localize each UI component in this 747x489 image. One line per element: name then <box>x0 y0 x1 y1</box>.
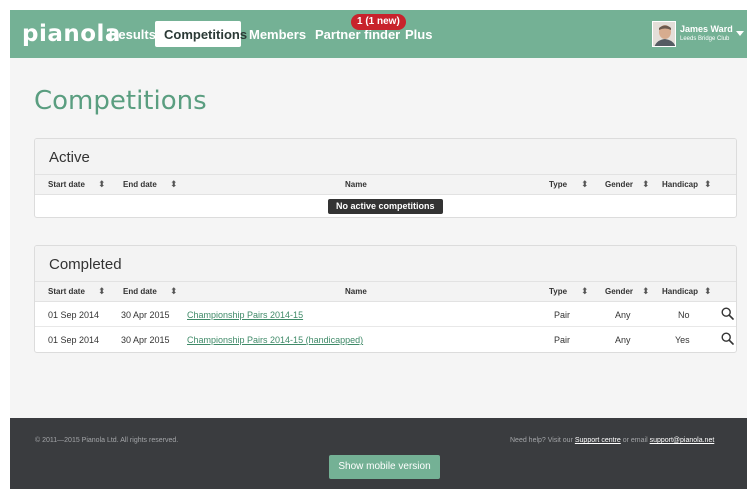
col-end-date[interactable]: End date <box>123 287 157 296</box>
cell-end-date: 30 Apr 2015 <box>121 310 170 320</box>
page-title: Competitions <box>34 86 207 116</box>
panel-title-active: Active <box>49 149 90 166</box>
sort-icon[interactable]: ⬍ <box>704 179 712 190</box>
empty-state: No active competitions <box>35 195 736 217</box>
copyright-text: © 2011—2015 Pianola Ltd. All rights rese… <box>35 437 179 444</box>
caret-down-icon[interactable] <box>736 31 744 36</box>
nav-competitions-label: Competitions <box>164 27 248 42</box>
user-club: Leeds Bridge Club <box>680 36 730 42</box>
cell-type: Pair <box>554 310 571 320</box>
sort-icon[interactable]: ⬍ <box>98 286 106 297</box>
col-type[interactable]: Type <box>549 287 567 296</box>
col-start-date[interactable]: Start date <box>48 287 85 296</box>
sort-icon[interactable]: ⬍ <box>98 179 106 190</box>
panel-title-completed: Completed <box>49 256 122 273</box>
magnifier-icon[interactable] <box>721 332 734 345</box>
sort-icon[interactable]: ⬍ <box>170 179 178 190</box>
col-type[interactable]: Type <box>549 180 567 189</box>
page-footer: © 2011—2015 Pianola Ltd. All rights rese… <box>10 418 747 489</box>
help-text: Need help? Visit our Support centre or e… <box>510 437 714 444</box>
user-name[interactable]: James Ward <box>680 24 733 34</box>
col-gender[interactable]: Gender <box>605 287 633 296</box>
support-email-link[interactable]: support@pianola.net <box>650 437 715 444</box>
table-header-row: Start date ⬍ End date ⬍ Name Type ⬍ Gend… <box>35 175 736 195</box>
help-prefix: Need help? Visit our <box>510 437 575 444</box>
sort-icon[interactable]: ⬍ <box>170 286 178 297</box>
nav-plus[interactable]: Plus <box>405 27 432 42</box>
user-avatar[interactable] <box>652 21 676 47</box>
col-name: Name <box>345 287 367 296</box>
col-start-date[interactable]: Start date <box>48 180 85 189</box>
top-navbar: pianola Results Competitions Members Par… <box>10 10 747 58</box>
completed-competitions-panel: Completed Start date ⬍ End date ⬍ Name T… <box>34 245 737 353</box>
cell-end-date: 30 Apr 2015 <box>121 335 170 345</box>
partner-finder-badge: 1 (1 new) <box>351 14 406 30</box>
empty-state-label: No active competitions <box>328 199 443 214</box>
sort-icon[interactable]: ⬍ <box>642 179 650 190</box>
pianola-logo[interactable]: pianola <box>22 21 121 47</box>
col-handicap[interactable]: Handicap <box>662 180 698 189</box>
nav-competitions[interactable]: Competitions <box>155 21 247 47</box>
magnifier-icon[interactable] <box>721 307 734 320</box>
competition-link[interactable]: Championship Pairs 2014-15 (handicapped) <box>187 335 363 345</box>
panel-header: Completed <box>35 246 736 282</box>
col-end-date[interactable]: End date <box>123 180 157 189</box>
sort-icon[interactable]: ⬍ <box>642 286 650 297</box>
active-competitions-panel: Active Start date ⬍ End date ⬍ Name Type… <box>34 138 737 218</box>
table-header-row: Start date ⬍ End date ⬍ Name Type ⬍ Gend… <box>35 282 736 302</box>
show-mobile-version-button[interactable]: Show mobile version <box>329 455 440 479</box>
col-name: Name <box>345 180 367 189</box>
nav-members[interactable]: Members <box>249 27 306 42</box>
help-mid: or email <box>620 437 650 444</box>
cell-handicap: Yes <box>675 335 690 345</box>
cell-handicap: No <box>678 310 690 320</box>
table-row: 01 Sep 2014 30 Apr 2015 Championship Pai… <box>35 327 736 352</box>
sort-icon[interactable]: ⬍ <box>581 286 589 297</box>
sort-icon[interactable]: ⬍ <box>581 179 589 190</box>
cell-type: Pair <box>554 335 571 345</box>
cell-gender: Any <box>615 310 631 320</box>
support-centre-link[interactable]: Support centre <box>575 437 621 444</box>
col-handicap[interactable]: Handicap <box>662 287 698 296</box>
cell-gender: Any <box>615 335 631 345</box>
table-row: 01 Sep 2014 30 Apr 2015 Championship Pai… <box>35 302 736 327</box>
col-gender[interactable]: Gender <box>605 180 633 189</box>
sort-icon[interactable]: ⬍ <box>704 286 712 297</box>
nav-results[interactable]: Results <box>109 27 156 42</box>
panel-header: Active <box>35 139 736 175</box>
cell-start-date: 01 Sep 2014 <box>48 310 100 320</box>
cell-start-date: 01 Sep 2014 <box>48 335 100 345</box>
competition-link[interactable]: Championship Pairs 2014-15 <box>187 310 303 320</box>
app-window: pianola Results Competitions Members Par… <box>10 10 747 489</box>
